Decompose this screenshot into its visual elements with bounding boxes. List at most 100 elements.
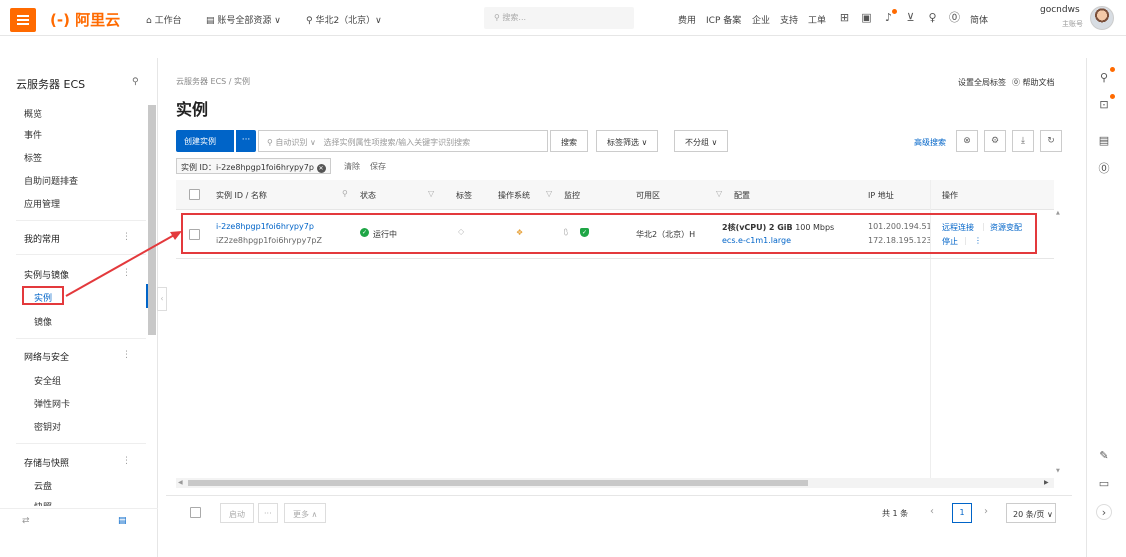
sidebar-item-snapshot[interactable]: 快照 (34, 500, 52, 506)
rail-ai-icon[interactable]: ⊡ (1096, 97, 1112, 113)
col-tags: 标签 (456, 191, 472, 200)
horizontal-scroll-thumb[interactable] (188, 480, 808, 486)
select-all-checkbox[interactable] (189, 189, 200, 200)
rail-ai-dot-icon (1110, 94, 1115, 99)
language-switch[interactable]: 简体 (970, 13, 988, 26)
account-resources-dropdown[interactable]: ▤ 账号全部资源 ∨ (206, 13, 281, 26)
start-button[interactable]: 启动 (220, 503, 254, 523)
icp-link[interactable]: ICP 备案 (706, 13, 741, 26)
ai-assist-icon[interactable]: ⊗ (956, 130, 978, 152)
sidebar-item-overview[interactable]: 概览 (24, 107, 42, 120)
remove-tag-icon[interactable]: ✕ (316, 164, 326, 173)
id-search-icon[interactable]: ⚲ (342, 189, 348, 198)
footer-more-dots-button[interactable]: ··· (258, 503, 278, 523)
swap-icon[interactable]: ⇄ (22, 516, 30, 526)
collapse-sidebar-icon[interactable]: ‹ (157, 287, 167, 311)
sidebar-group-network[interactable]: 网络与安全 (24, 350, 69, 363)
rail-edit-icon[interactable]: ✎ (1096, 448, 1112, 464)
idea-icon[interactable]: ♀ (926, 11, 939, 24)
status-filter-icon[interactable]: ▽ (428, 189, 434, 198)
sidebar-item-disk[interactable]: 云盘 (34, 479, 52, 492)
save-filter-link[interactable]: 保存 (370, 161, 386, 172)
rail-search-icon[interactable]: ⚲ (1096, 70, 1112, 86)
sidebar-group-favorites[interactable]: 我的常用 (24, 232, 60, 245)
ticket-link[interactable]: 工单 (808, 13, 826, 26)
instances-more-icon[interactable]: ⋮ (122, 268, 131, 278)
notification-dot-icon (892, 9, 897, 14)
help-icon[interactable]: ⓪ (948, 11, 961, 24)
sidebar-item-images[interactable]: 镜像 (34, 315, 52, 328)
sidebar-item-app-management[interactable]: 应用管理 (24, 197, 60, 210)
sidebar-item-troubleshoot[interactable]: 自助问题排查 (24, 174, 78, 187)
search-placeholder: 搜索... (502, 13, 527, 22)
sidebar-scrollbar[interactable] (148, 105, 156, 335)
next-page-icon[interactable]: › (976, 503, 996, 523)
rail-doc-icon[interactable]: ▤ (1096, 133, 1112, 149)
filter-type[interactable]: 自动识别 ∨ (275, 138, 315, 147)
advanced-search-link[interactable]: 高级搜索 (914, 137, 946, 148)
scroll-down-icon[interactable]: ▼ (1056, 468, 1060, 474)
sidebar-group-storage[interactable]: 存储与快照 (24, 456, 69, 469)
footer-select-all-checkbox[interactable] (190, 507, 201, 518)
download-icon[interactable]: ⤓ (1012, 130, 1034, 152)
avatar[interactable] (1090, 6, 1114, 30)
refresh-icon[interactable]: ↻ (1040, 130, 1062, 152)
scroll-right-icon[interactable]: ▶ (1044, 479, 1049, 486)
username[interactable]: gocndws (1040, 5, 1080, 15)
storage-more-icon[interactable]: ⋮ (122, 456, 131, 466)
network-more-icon[interactable]: ⋮ (122, 350, 131, 360)
scroll-left-icon[interactable]: ◀ (178, 479, 183, 486)
settings-icon[interactable]: ⚙ (984, 130, 1006, 152)
search-button[interactable]: 搜索 (550, 130, 588, 152)
global-tag-link[interactable]: 设置全局标签 (958, 77, 1006, 88)
group-filter-dropdown[interactable]: 不分组 ∨ (674, 130, 729, 152)
scroll-up-icon[interactable]: ▲ (1056, 210, 1060, 216)
list-icon[interactable]: ▤ (118, 516, 127, 526)
rail-expand-icon[interactable]: › (1096, 504, 1112, 520)
sidebar-search-icon[interactable]: ⚲ (132, 77, 139, 87)
instance-filter-input[interactable]: ⚲ 自动识别 ∨ 选择实例属性项搜索/输入关键字识别搜索 (258, 130, 548, 152)
menu-icon[interactable] (10, 8, 36, 32)
workbench-label: 工作台 (154, 16, 182, 26)
table-header (176, 180, 1054, 210)
col-ip: IP 地址 (868, 191, 894, 200)
rail-help-icon[interactable]: ⓪ (1096, 161, 1112, 177)
sidebar-item-events[interactable]: 事件 (24, 128, 42, 141)
table-vertical-scrollbar[interactable]: ▲ ▼ (1054, 210, 1062, 478)
active-filter-tag: 实例 ID：i-2ze8hpgp1foi6hrypy7p ✕ (176, 158, 331, 174)
sidebar-item-keypair[interactable]: 密钥对 (34, 420, 61, 433)
zone-filter-icon[interactable]: ▽ (716, 189, 722, 198)
page-size-dropdown[interactable]: 20 条/页 ∨ (1006, 503, 1056, 523)
aliyun-logo[interactable]: (-) 阿里云 (50, 9, 120, 30)
tag-filter-dropdown[interactable]: 标签筛选 ∨ (596, 130, 659, 152)
workbench-link[interactable]: ⌂ 工作台 (146, 13, 182, 26)
help-doc-label: 帮助文档 (1022, 78, 1055, 87)
sidebar-divider (16, 220, 146, 221)
region-dropdown[interactable]: ⚲ 华北2（北京）∨ (306, 13, 382, 26)
enterprise-link[interactable]: 企业 (752, 13, 770, 26)
clear-filter-link[interactable]: 清除 (344, 161, 360, 172)
terminal-icon[interactable]: ▣ (860, 11, 873, 24)
col-os: 操作系统 (498, 191, 530, 200)
current-page-button[interactable]: 1 (952, 503, 972, 523)
sidebar-group-instances[interactable]: 实例与镜像 (24, 268, 69, 281)
favorites-more-icon[interactable]: ⋮ (122, 232, 131, 242)
fees-link[interactable]: 费用 (678, 13, 696, 26)
create-instance-button[interactable]: 创建实例 (176, 130, 234, 152)
sidebar-item-security-group[interactable]: 安全组 (34, 374, 61, 387)
more-actions-button[interactable]: ··· (236, 130, 256, 152)
prev-page-icon[interactable]: ‹ (922, 503, 942, 523)
app-icon[interactable]: ⊞ (838, 11, 851, 24)
sidebar-item-tags[interactable]: 标签 (24, 151, 42, 164)
help-doc-link[interactable]: ⓪ 帮助文档 (1012, 77, 1055, 88)
os-filter-icon[interactable]: ▽ (546, 189, 552, 198)
col-status: 状态 (360, 191, 376, 200)
cart-icon[interactable]: ⊻ (904, 11, 917, 24)
rail-chat-icon[interactable]: ▭ (1096, 476, 1112, 492)
global-search-input[interactable]: ⚲ 搜索... (484, 7, 634, 29)
sidebar-item-eni[interactable]: 弹性网卡 (34, 397, 70, 410)
footer-more-button[interactable]: 更多 ∧ (284, 503, 327, 523)
account-resources-label: 账号全部资源 ∨ (217, 16, 281, 26)
col-instance-id: 实例 ID / 名称 (216, 191, 267, 200)
support-link[interactable]: 支持 (780, 13, 798, 26)
